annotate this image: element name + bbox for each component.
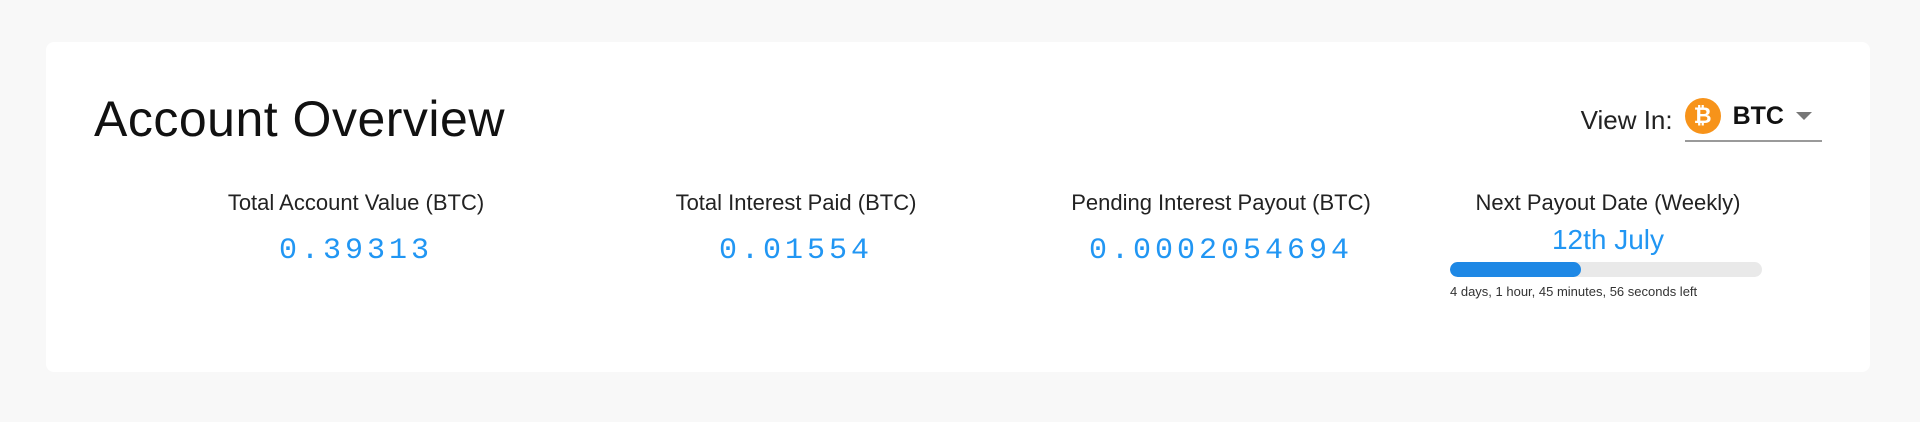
stat-label: Pending Interest Payout (BTC) — [1071, 190, 1371, 215]
currency-code: BTC — [1732, 101, 1784, 130]
stat-value: 0.0002054694 — [1088, 234, 1354, 268]
payout-date: 12th July — [1551, 224, 1665, 255]
payout-label: Next Payout Date (Weekly) — [1475, 190, 1741, 215]
account-overview-card: Account Overview View In: ₿ BTC Total Ac… — [46, 42, 1870, 372]
payout-progress-bar — [1450, 262, 1762, 277]
next-payout-panel: Next Payout Date (Weekly) 12th July 4 da… — [1450, 190, 1766, 299]
payout-countdown: 4 days, 1 hour, 45 minutes, 56 seconds l… — [1450, 284, 1698, 299]
stat-total-account-value: Total Account Value (BTC) 0.39313 — [186, 190, 526, 268]
view-in-control: View In: ₿ BTC — [1581, 98, 1822, 142]
page-title: Account Overview — [94, 91, 505, 147]
stat-pending-interest-payout: Pending Interest Payout (BTC) 0.00020546… — [1031, 190, 1411, 268]
stat-value: 0.01554 — [718, 234, 874, 268]
bitcoin-icon: ₿ — [1684, 98, 1721, 134]
stat-label: Total Account Value (BTC) — [227, 190, 485, 215]
stat-value: 0.39313 — [278, 234, 434, 268]
chevron-down-icon — [1796, 112, 1812, 120]
currency-dropdown[interactable]: ₿ BTC — [1684, 98, 1822, 142]
stat-total-interest-paid: Total Interest Paid (BTC) 0.01554 — [626, 190, 966, 268]
stat-label: Total Interest Paid (BTC) — [675, 190, 917, 215]
payout-progress-fill — [1450, 262, 1582, 277]
view-in-label: View In: — [1580, 104, 1673, 135]
